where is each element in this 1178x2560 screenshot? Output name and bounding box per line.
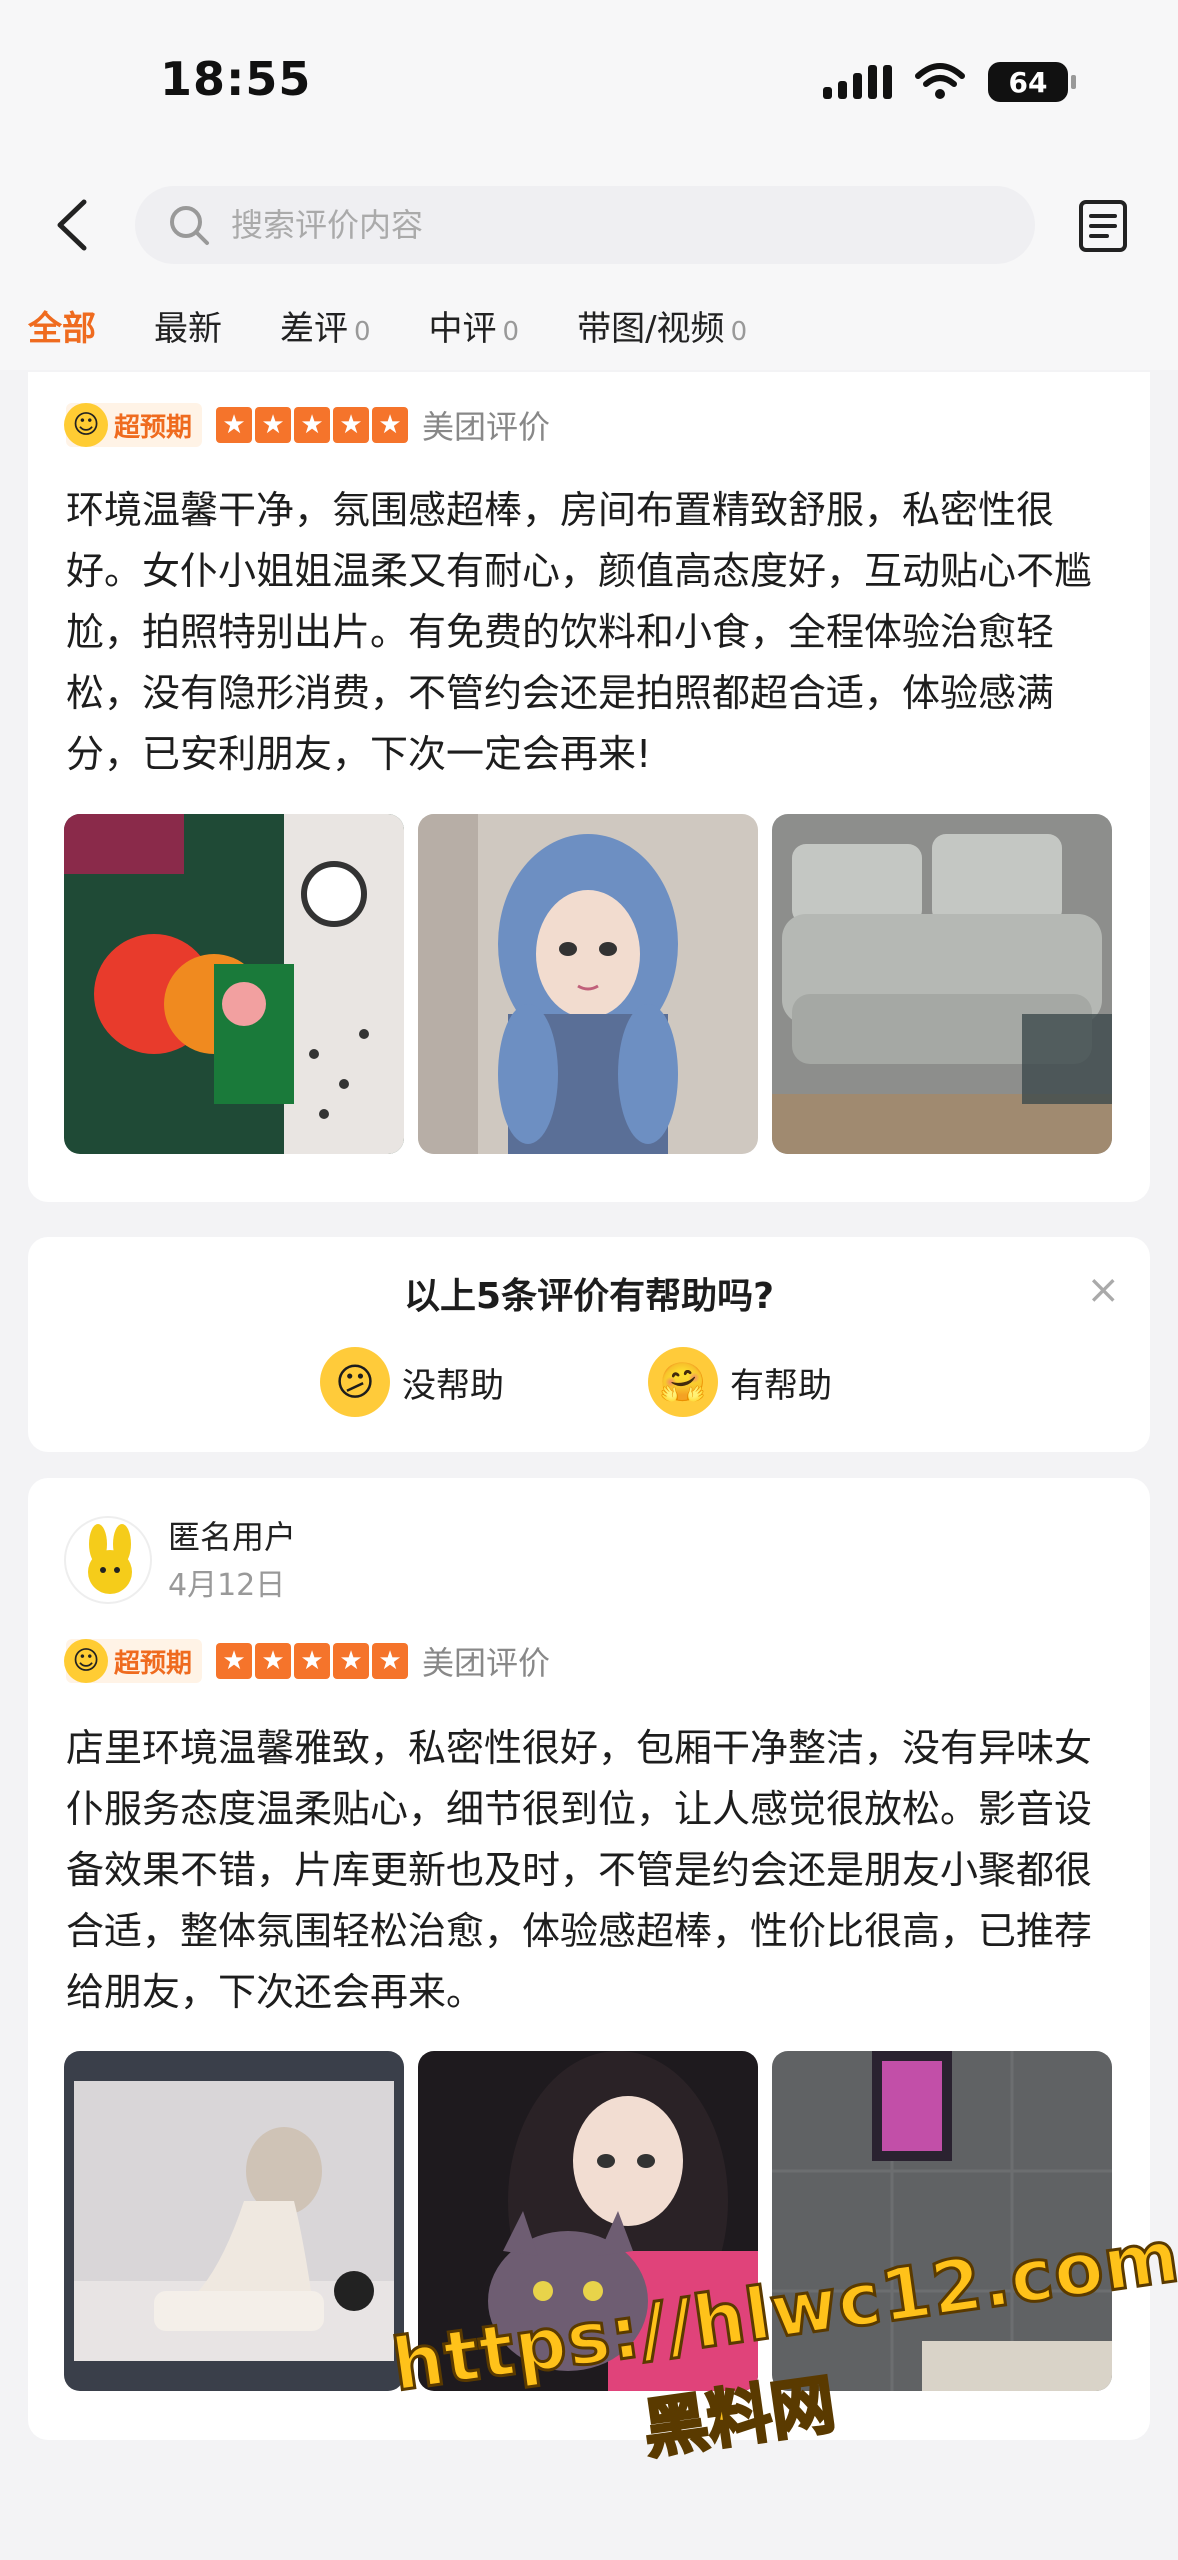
review-photo[interactable] <box>772 2051 1112 2391</box>
back-icon[interactable] <box>40 190 110 260</box>
rating-row: ☺ 超预期 ★ ★ ★ ★ ★ 美团评价 <box>64 402 551 448</box>
tab-count: 0 <box>502 316 520 347</box>
review-text: 店里环境温馨雅致，私密性很好，包厢干净整洁，没有异味女仆服务态度温柔贴心，细节很… <box>66 1726 1093 2014</box>
review-photo[interactable] <box>64 814 404 1154</box>
tab-latest[interactable]: 最新 <box>154 301 222 350</box>
review-card: 匿名用户 4月12日 ☺ 超预期 ★ ★ ★ ★ ★ 美团评价 店里环境温馨雅致… <box>28 1478 1150 2440</box>
review-photo[interactable] <box>418 2051 758 2391</box>
tab-label: 全部 <box>28 308 96 349</box>
not-helpful-label: 没帮助 <box>402 1365 504 1406</box>
star-icon: ★ <box>372 1643 409 1679</box>
tab-label: 中评 <box>428 308 497 349</box>
tab-label: 最新 <box>154 308 222 349</box>
star-rating: ★ ★ ★ ★ ★ <box>216 1643 409 1679</box>
helpful-feedback-card: 以上5条评价有帮助吗? × 😕 没帮助 🤗 有帮助 <box>28 1237 1150 1452</box>
tab-all[interactable]: 全部 <box>28 301 96 350</box>
review-source: 美团评价 <box>422 1644 551 1682</box>
smile-icon: ☺ <box>64 403 108 447</box>
tab-label: 差评 <box>280 308 348 349</box>
helpful-question: 以上5条评价有帮助吗? <box>404 1276 774 1317</box>
confused-face-icon: 😕 <box>320 1347 390 1417</box>
search-icon <box>170 206 209 245</box>
wifi-icon <box>915 63 965 99</box>
battery-icon: 64 <box>988 62 1076 102</box>
review-source: 美团评价 <box>422 408 551 446</box>
review-photo[interactable] <box>64 2051 404 2391</box>
document-icon[interactable] <box>1073 196 1133 256</box>
avatar[interactable] <box>64 1516 152 1604</box>
smile-icon: ☺ <box>64 1639 108 1683</box>
tab-count: 0 <box>354 316 371 347</box>
star-icon: ★ <box>216 407 253 443</box>
tab-media[interactable]: 带图/视频 0 <box>577 301 747 350</box>
battery-level: 64 <box>1008 65 1048 99</box>
badge-text: 超预期 <box>114 412 193 443</box>
search-box[interactable] <box>135 186 1035 264</box>
tab-count: 0 <box>730 316 748 347</box>
badge-text: 超预期 <box>114 1648 193 1679</box>
star-icon: ★ <box>294 407 331 443</box>
exceed-badge: ☺ 超预期 <box>64 403 203 447</box>
star-icon: ★ <box>255 407 292 443</box>
tab-label: 带图/视频 <box>577 308 725 349</box>
close-icon[interactable]: × <box>1086 1267 1120 1313</box>
review-date: 4月12日 <box>168 1568 286 1603</box>
helpful-label: 有帮助 <box>730 1365 832 1406</box>
review-photo[interactable] <box>772 814 1112 1154</box>
review-photo[interactable] <box>418 814 758 1154</box>
star-icon: ★ <box>255 1643 292 1679</box>
review-photos <box>64 2051 1112 2391</box>
signal-icon <box>823 65 892 99</box>
filter-tabs: 全部 最新 差评 0 中评 0 带图/视频 0 <box>0 280 1178 370</box>
tab-neutral[interactable]: 中评 0 <box>429 301 520 350</box>
user-name: 匿名用户 <box>168 1518 297 1556</box>
exceed-badge: ☺ 超预期 <box>64 1639 203 1683</box>
tab-negative[interactable]: 差评 0 <box>280 301 371 350</box>
nav-bar <box>0 170 1178 280</box>
star-icon: ★ <box>216 1643 253 1679</box>
review-photos <box>64 814 1112 1154</box>
not-helpful-button[interactable]: 😕 没帮助 <box>320 1347 504 1417</box>
review-card: ☺ 超预期 ★ ★ ★ ★ ★ 美团评价 环境温馨干净，氛围感超棒，房间布置精致… <box>28 372 1150 1202</box>
star-icon: ★ <box>333 407 370 443</box>
star-rating: ★ ★ ★ ★ ★ <box>216 407 409 443</box>
helpful-button[interactable]: 🤗 有帮助 <box>648 1347 832 1417</box>
rating-row: ☺ 超预期 ★ ★ ★ ★ ★ 美团评价 <box>64 1638 551 1684</box>
star-icon: ★ <box>372 407 409 443</box>
star-icon: ★ <box>333 1643 370 1679</box>
status-time: 18:55 <box>160 52 312 106</box>
search-input[interactable] <box>231 206 991 244</box>
hugging-face-icon: 🤗 <box>648 1347 718 1417</box>
review-text: 环境温馨干净，氛围感超棒，房间布置精致舒服，私密性很好。女仆小姐姐温柔又有耐心，… <box>66 488 1093 776</box>
status-icons: 64 <box>823 62 1076 102</box>
star-icon: ★ <box>294 1643 331 1679</box>
status-bar: 18:55 64 <box>0 0 1178 170</box>
